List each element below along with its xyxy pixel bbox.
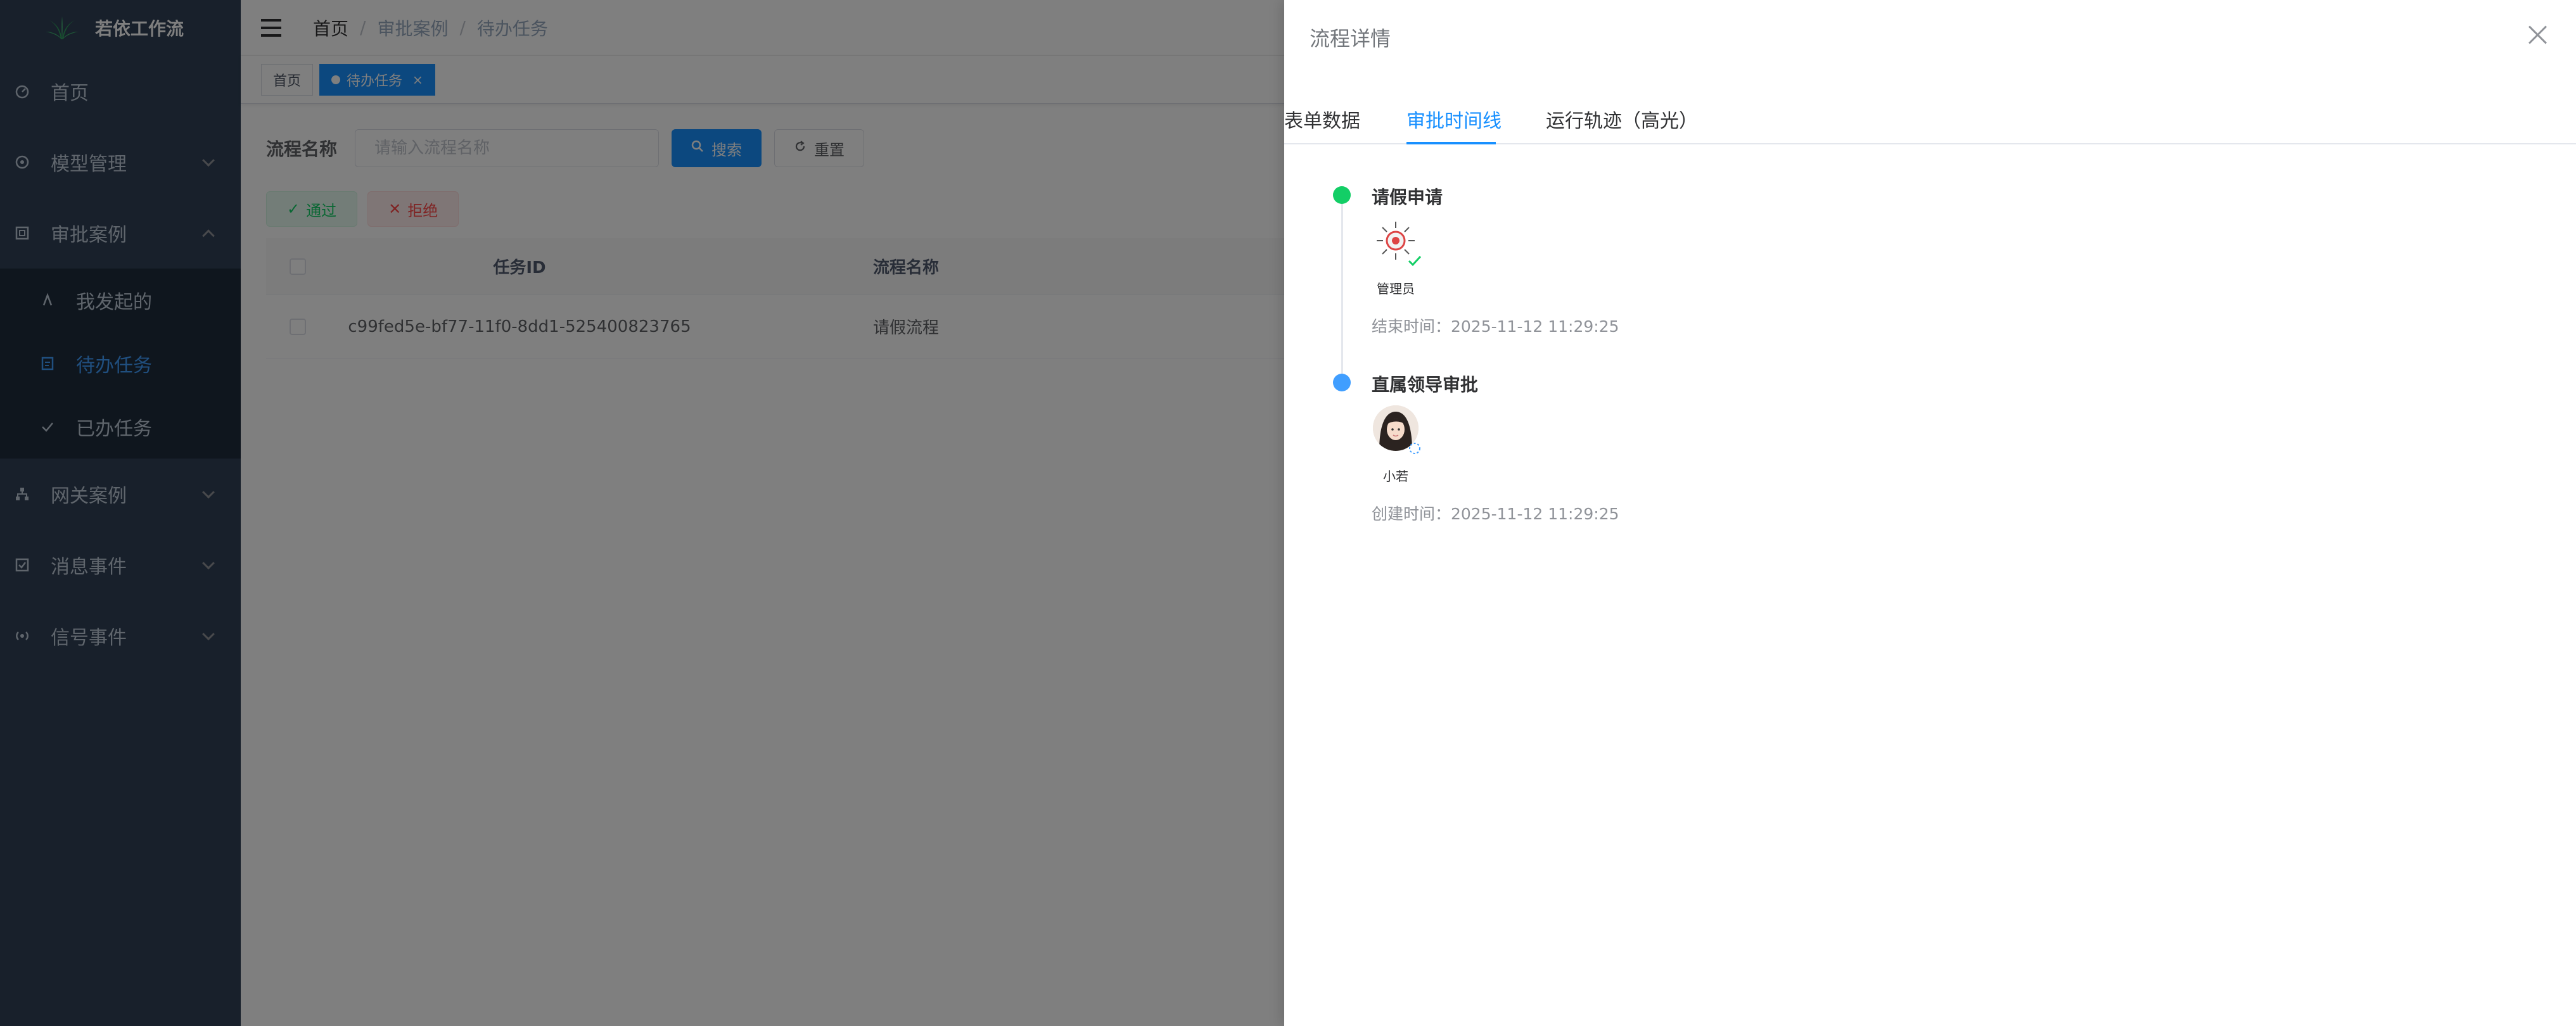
timeline-node-title: 直属领导审批 (1372, 374, 1479, 395)
tab-form-data[interactable]: 表单数据 (1284, 105, 1360, 144)
active-tab-indicator (1406, 142, 1496, 144)
process-detail-drawer: 流程详情 表单数据 审批时间线 运行轨迹（高光） 请假申请 管理员 结束时间：2… (1284, 0, 2576, 1026)
timeline-node-time: 创建时间：2025-11-12 11:29:25 (1372, 505, 1619, 523)
timeline-node-user: 管理员 (1377, 281, 1415, 296)
timeline-dot-completed (1333, 186, 1351, 204)
tab-approval-timeline[interactable]: 审批时间线 (1406, 105, 1502, 144)
check-icon (1408, 255, 1422, 267)
tab-runtime-trace[interactable]: 运行轨迹（高光） (1546, 105, 1698, 144)
timeline-node-user: 小若 (1383, 469, 1408, 484)
loading-icon (1409, 443, 1420, 454)
timeline-connector (1341, 196, 1343, 380)
timeline-node-time: 结束时间：2025-11-12 11:29:25 (1372, 317, 1619, 336)
drawer-title: 流程详情 (1310, 27, 1391, 51)
drawer-tabs: 表单数据 审批时间线 运行轨迹（高光） (1284, 101, 2576, 144)
close-icon[interactable] (2527, 24, 2549, 46)
timeline-dot-pending (1333, 374, 1351, 391)
timeline-node-title: 请假申请 (1372, 187, 1443, 208)
